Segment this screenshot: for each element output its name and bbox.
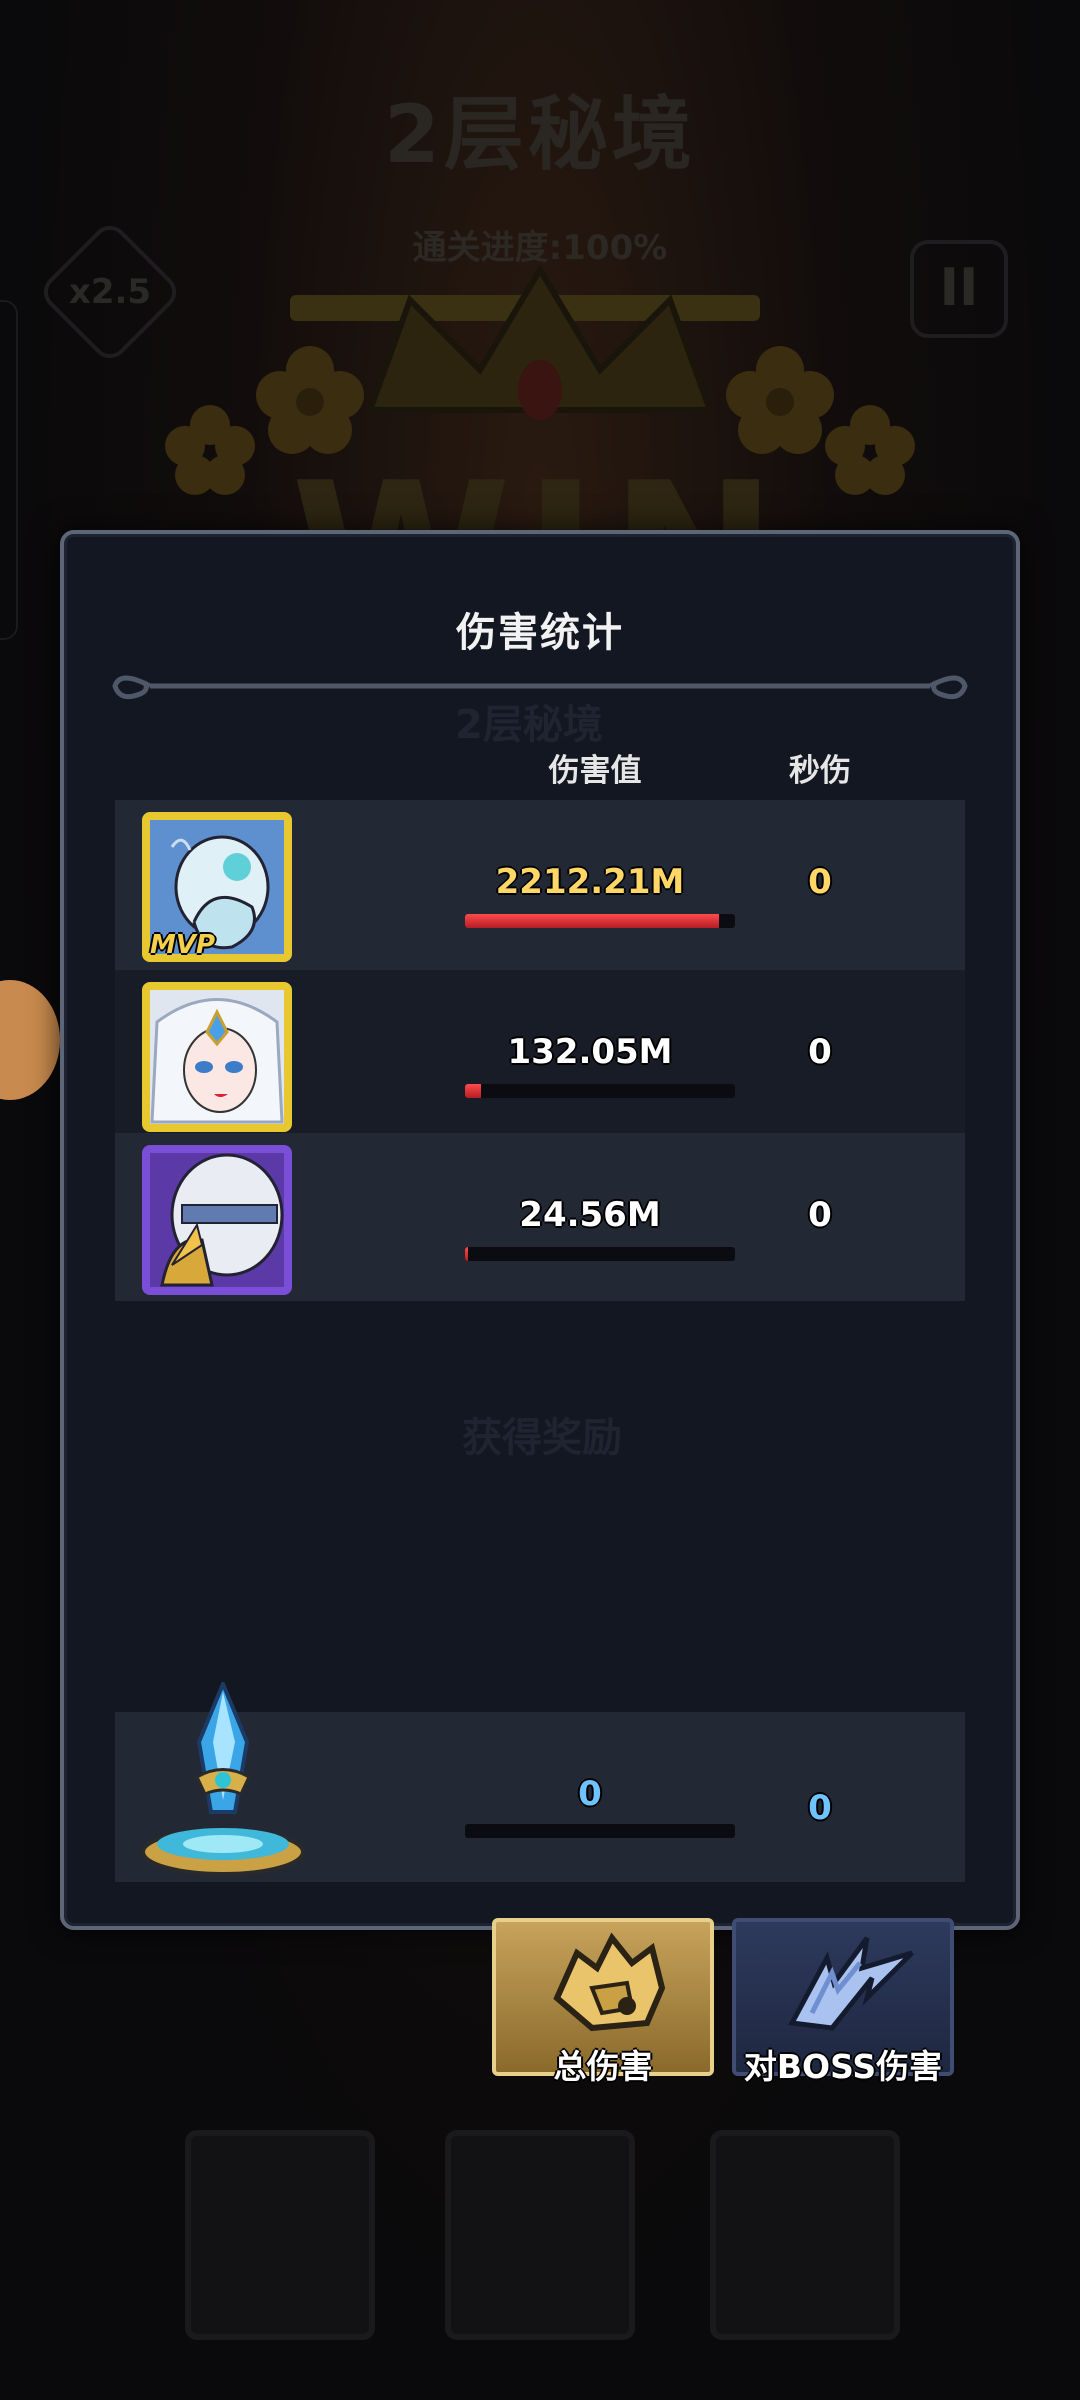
stage-title: 2层秘境 (384, 88, 696, 181)
ice-queen-hero-icon (142, 982, 292, 1132)
mvp-badge: MVP (150, 930, 216, 960)
dps-value: 0 (808, 862, 832, 902)
damage-bar-fill (465, 914, 719, 928)
summon-dps-value: 0 (808, 1788, 832, 1828)
lightning-claw-icon (788, 1936, 914, 2031)
dps-column-header: 秒伤 (789, 753, 851, 789)
dps-value: 0 (808, 1195, 832, 1235)
summon-damage-value: 0 (578, 1774, 602, 1814)
ghost-stage-title: 2层秘境 (455, 702, 603, 748)
damage-row[interactable]: 132.05M 0 (115, 970, 965, 1140)
pause-icon: II (939, 258, 979, 318)
ghost-rewards-title: 获得奖励 (462, 1415, 622, 1461)
speed-label: x2.5 (68, 272, 152, 312)
crystal-totem-icon (141, 1682, 305, 1876)
side-drawer-handle[interactable] (0, 300, 18, 640)
crown-icon (365, 264, 715, 420)
summon-damage-row[interactable]: 0 0 (115, 1682, 965, 1882)
team-portrait (710, 2130, 900, 2340)
team-portrait (185, 2130, 375, 2340)
frost-ghost-hero-icon: MVP (142, 812, 292, 962)
damage-bar (465, 1084, 735, 1098)
team-portraits (0, 2130, 1080, 2400)
damage-row[interactable]: 24.56M 0 (115, 1133, 965, 1301)
dps-value: 0 (808, 1032, 832, 1072)
damage-bar (465, 1247, 735, 1261)
tab-boss-damage-label: 对BOSS伤害 (743, 2047, 943, 2086)
damage-value: 24.56M (519, 1195, 661, 1235)
damage-row[interactable]: MVP 2212.21M 0 (115, 800, 965, 970)
panel-title: 伤害统计 (456, 610, 624, 656)
damage-value: 2212.21M (495, 862, 685, 902)
fist-gauntlet-icon (553, 1932, 666, 2032)
damage-column-header: 伤害值 (548, 753, 642, 789)
tab-total-damage-label: 总伤害 (553, 2047, 653, 2086)
damage-bar-fill (465, 1084, 482, 1098)
team-portrait (445, 2130, 635, 2340)
damage-bar (465, 914, 735, 928)
silver-knight-hero-icon (142, 1145, 292, 1295)
damage-value: 132.05M (507, 1032, 673, 1072)
damage-bar-fill (465, 1247, 468, 1261)
summon-damage-bar (465, 1824, 735, 1838)
